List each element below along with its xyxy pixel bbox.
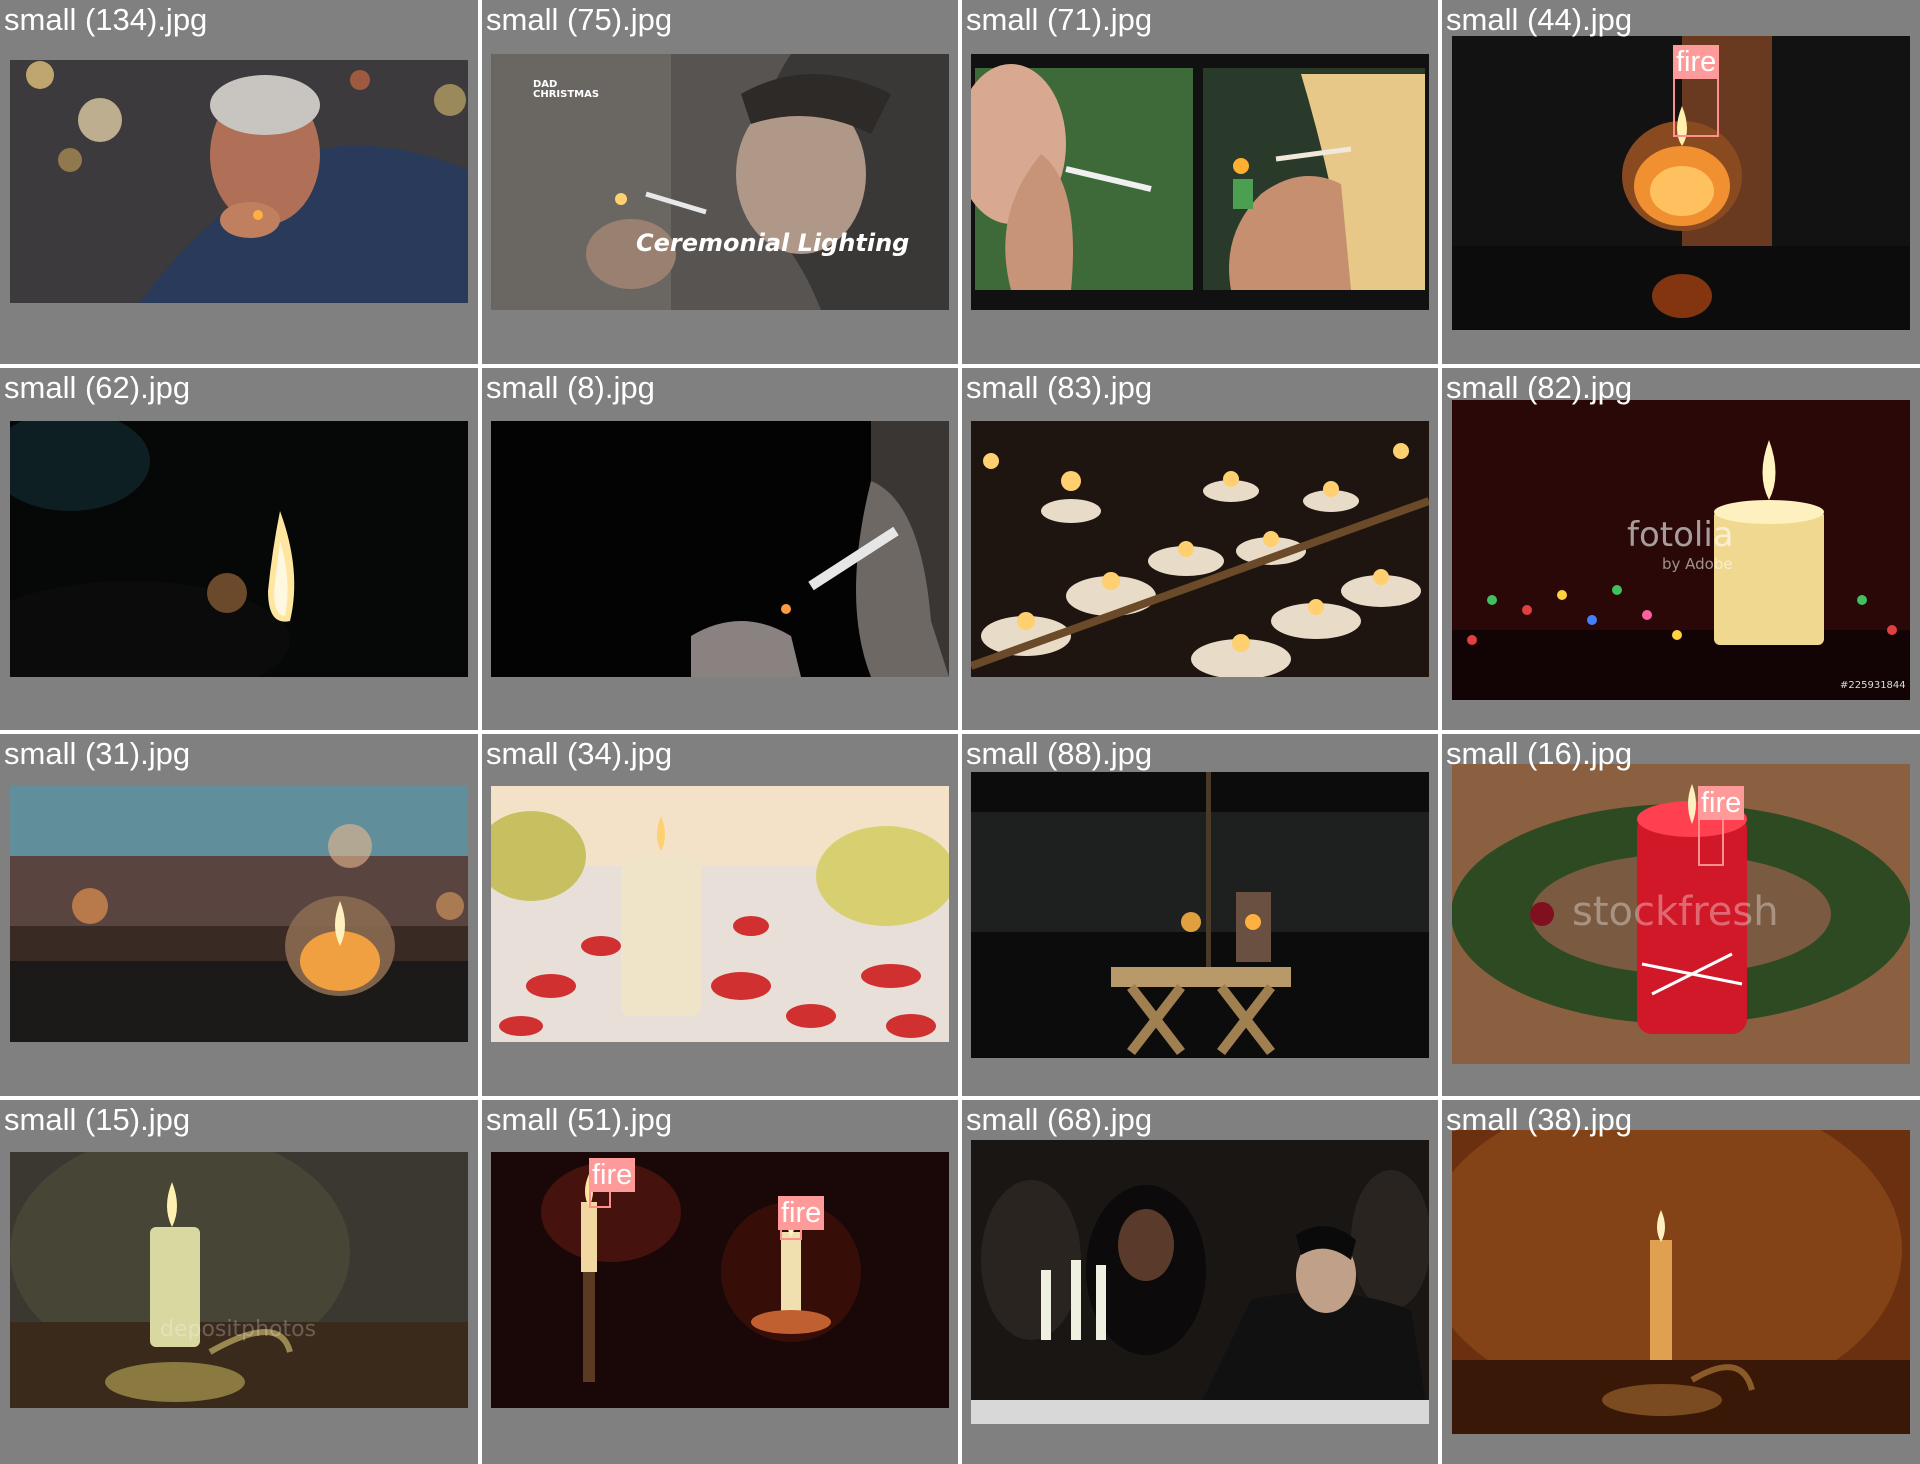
thumbnail-fotolia-candle: fotolia by Adobe #225931844 [1452,400,1910,700]
thumbnail-brass-candle-holder: depositphotos [10,1152,468,1408]
watermark-stockfresh: stockfresh [1572,889,1779,935]
thumbnail-candle-holder-orange [1452,1130,1910,1434]
filename-label: small (34).jpg [486,736,673,771]
watermark-fotolia-sub: by Adobe [1662,555,1733,573]
filename-label: small (88).jpg [966,736,1153,771]
filename-label: small (68).jpg [966,1102,1153,1137]
grid-cell-71[interactable]: small (71).jpg [962,0,1438,364]
filename-label: small (16).jpg [1446,736,1633,771]
filename-label: small (82).jpg [1446,370,1633,405]
image-id-label: #225931844 [1840,680,1906,691]
grid-cell-31[interactable]: small (31).jpg [0,734,478,1096]
grid-cell-16[interactable]: small (16).jpg stockfresh fire [1442,734,1920,1096]
grid-cell-34[interactable]: small (34).jpg [482,734,958,1096]
caption-text: Ceremonial Lighting [636,229,910,257]
filename-label: small (44).jpg [1446,2,1633,37]
filename-label: small (31).jpg [4,736,191,771]
thumbnail-candle-jar-table [10,786,468,1042]
thumbnail-cigarette-dark [491,421,949,677]
thumbnail-candle-rose-petals [491,786,949,1042]
filename-label: small (75).jpg [486,2,673,37]
filename-label: small (38).jpg [1446,1102,1633,1137]
thumbnail-lighter-flame [10,421,468,677]
grid-cell-82[interactable]: small (82).jpg fotolia by Adobe #2259318… [1442,368,1920,730]
thumbnail-two-smokers [971,54,1429,310]
filename-label: small (62).jpg [4,370,191,405]
grid-cell-68[interactable]: small (68).jpg [962,1100,1438,1464]
thumbnail-red-candle-wreath: stockfresh [1452,764,1910,1064]
filename-label: small (71).jpg [966,2,1153,37]
fire-detection-label: fire [589,1158,636,1192]
image-grid: small (134).jpg small (75).jpg DAD CHRIS… [0,0,1920,1464]
fire-detection-label: fire [778,1196,825,1230]
filename-label: small (15).jpg [4,1102,191,1137]
thumbnail-lanterns-table [971,772,1429,1058]
grid-cell-75[interactable]: small (75).jpg DAD CHRISTMAS Ceremonial … [482,0,958,364]
thumbnail-candles-dark-room [491,1152,949,1408]
channel-logo: DAD CHRISTMAS [533,79,600,100]
thumbnail-man-lighting-cigarette [10,60,468,303]
grid-cell-62[interactable]: small (62).jpg [0,368,478,730]
filename-label: small (8).jpg [486,370,655,405]
thumbnail-tealights [971,421,1429,677]
grid-cell-51[interactable]: small (51).jpg fire fire [482,1100,958,1464]
grid-cell-88[interactable]: small (88).jpg [962,734,1438,1096]
filename-label: small (134).jpg [4,2,208,37]
thumbnail-ceremonial-lighting: DAD CHRISTMAS Ceremonial Lighting [491,54,949,310]
fire-detection-label: fire [1673,45,1720,79]
watermark-depositphotos: depositphotos [160,1317,317,1342]
grid-cell-38[interactable]: small (38).jpg [1442,1100,1920,1464]
watermark-fotolia: fotolia [1627,515,1734,555]
thumbnail-dinner-party [971,1140,1429,1424]
fire-detection-label: fire [1698,786,1745,820]
grid-cell-134[interactable]: small (134).jpg [0,0,478,364]
filename-label: small (83).jpg [966,370,1153,405]
grid-cell-44[interactable]: small (44).jpg fire [1442,0,1920,364]
grid-cell-8[interactable]: small (8).jpg [482,368,958,730]
filename-label: small (51).jpg [486,1102,673,1137]
grid-cell-15[interactable]: small (15).jpg depositphotos [0,1100,478,1464]
grid-cell-83[interactable]: small (83).jpg [962,368,1438,730]
